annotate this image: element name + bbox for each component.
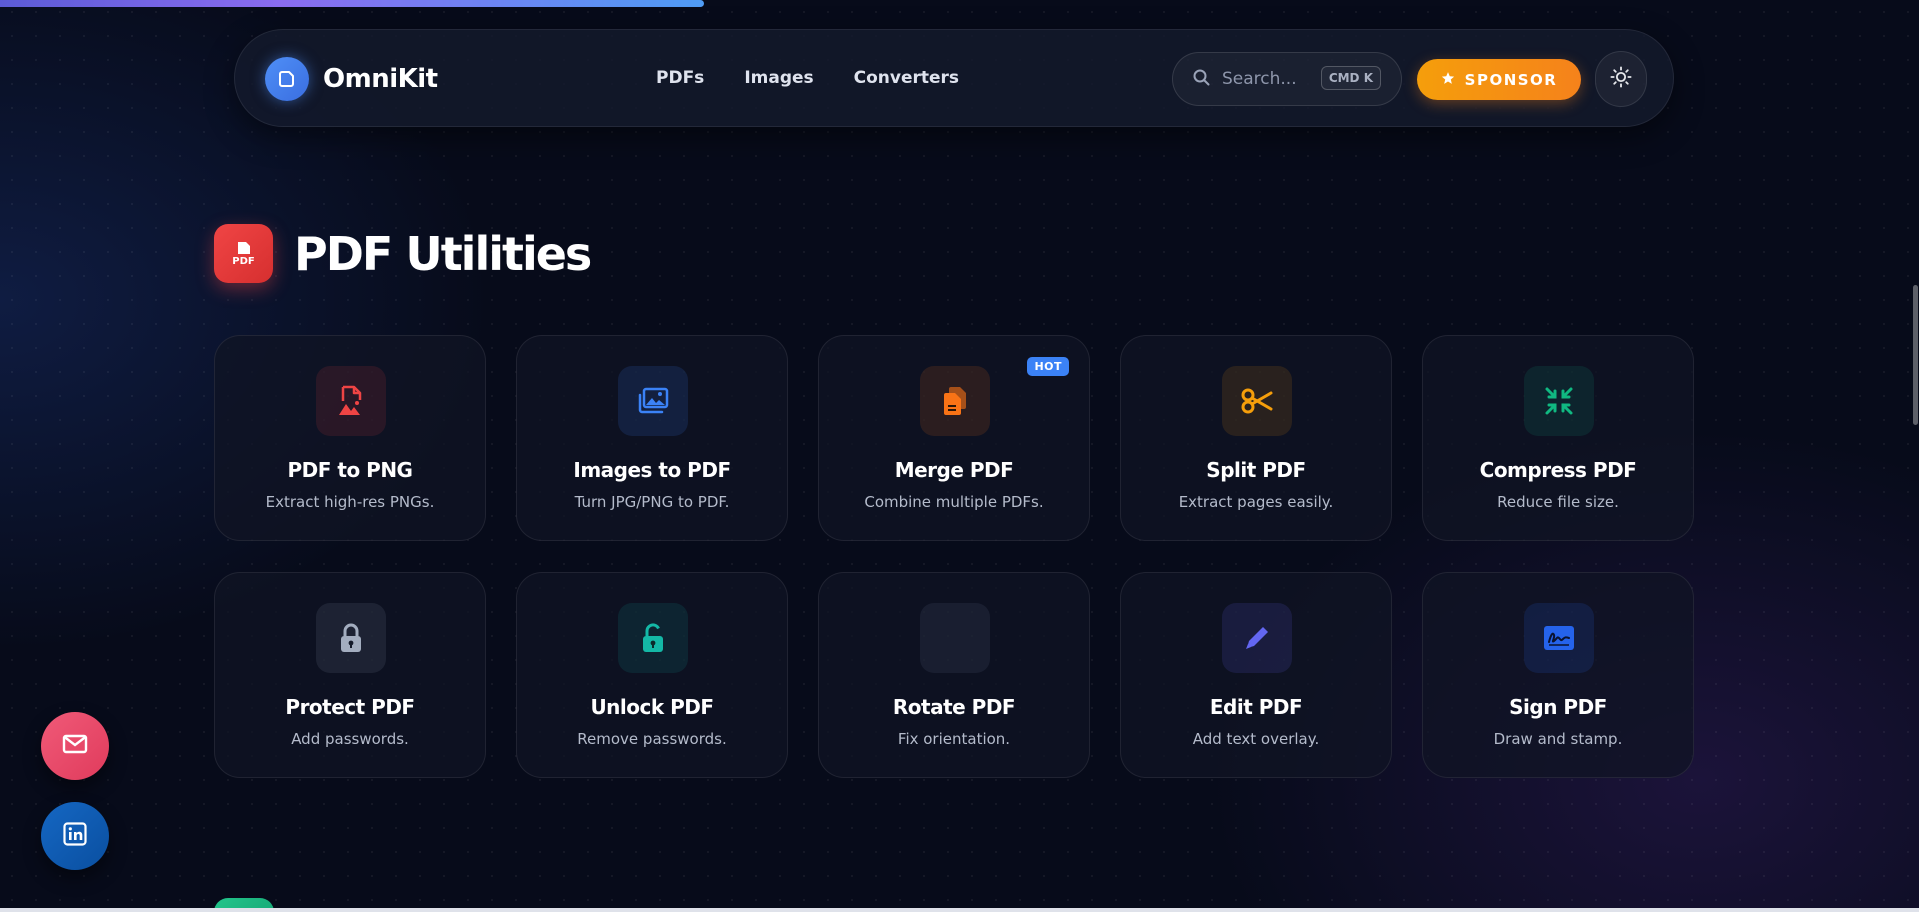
tool-description: Draw and stamp. <box>1493 730 1623 748</box>
tool-card-rotate-pdf[interactable]: Rotate PDF Fix orientation. <box>818 572 1090 778</box>
signature-icon <box>1524 603 1594 673</box>
sun-icon <box>1610 66 1632 92</box>
linkedin-button[interactable] <box>41 802 109 870</box>
nav-link-converters[interactable]: Converters <box>854 68 959 88</box>
search-icon <box>1193 69 1210 90</box>
search-placeholder: Search... <box>1222 69 1297 89</box>
pencil-icon <box>1222 603 1292 673</box>
tool-card-pdf-to-png[interactable]: PDF to PNG Extract high-res PNGs. <box>214 335 486 541</box>
tool-description: Remove passwords. <box>577 730 727 748</box>
tool-card-compress-pdf[interactable]: Compress PDF Reduce file size. <box>1422 335 1694 541</box>
main-nav: PDFs Images Converters <box>656 68 959 88</box>
tool-title: Edit PDF <box>1209 695 1303 719</box>
nav-link-pdfs[interactable]: PDFs <box>656 68 704 88</box>
hot-badge: HOT <box>1027 357 1069 376</box>
tool-card-merge-pdf[interactable]: HOT Merge PDF Combine multiple PDFs. <box>818 335 1090 541</box>
tool-title: Compress PDF <box>1479 458 1637 482</box>
email-contact-button[interactable] <box>41 712 109 780</box>
tool-card-protect-pdf[interactable]: Protect PDF Add passwords. <box>214 572 486 778</box>
tool-title: Merge PDF <box>894 458 1014 482</box>
search-shortcut-hint: CMD K <box>1320 66 1381 90</box>
tool-description: Add text overlay. <box>1192 730 1320 748</box>
tool-card-split-pdf[interactable]: Split PDF Extract pages easily. <box>1120 335 1392 541</box>
linkedin-icon <box>63 822 87 850</box>
tool-description: Combine multiple PDFs. <box>864 493 1044 511</box>
tool-title: Split PDF <box>1206 458 1306 482</box>
mail-icon <box>62 734 88 758</box>
lock-icon <box>316 603 386 673</box>
section-title: PDF Utilities <box>294 226 592 281</box>
tool-title: Images to PDF <box>573 458 731 482</box>
tool-description: Turn JPG/PNG to PDF. <box>574 493 730 511</box>
star-icon <box>1441 71 1455 89</box>
tool-description: Extract high-res PNGs. <box>265 493 435 511</box>
tool-card-edit-pdf[interactable]: Edit PDF Add text overlay. <box>1120 572 1392 778</box>
search-input[interactable]: Search... CMD K <box>1172 52 1402 106</box>
scrollbar-thumb[interactable] <box>1913 285 1918 425</box>
unlock-icon <box>618 603 688 673</box>
tool-description: Add passwords. <box>291 730 409 748</box>
file-image-icon <box>316 366 386 436</box>
pdf-file-icon: PDF <box>214 224 273 283</box>
bottom-edge <box>0 908 1919 912</box>
page-scrollbar[interactable] <box>1911 0 1919 912</box>
copy-files-icon <box>920 366 990 436</box>
tool-title: Rotate PDF <box>892 695 1016 719</box>
rotate-icon <box>920 603 990 673</box>
sponsor-button[interactable]: SPONSOR <box>1417 59 1581 100</box>
tool-title: PDF to PNG <box>287 458 413 482</box>
sponsor-label: SPONSOR <box>1464 70 1558 89</box>
tool-title: Protect PDF <box>285 695 415 719</box>
tool-card-images-to-pdf[interactable]: Images to PDF Turn JPG/PNG to PDF. <box>516 335 788 541</box>
tool-description: Reduce file size. <box>1497 493 1619 511</box>
tool-title: Unlock PDF <box>590 695 714 719</box>
tool-card-sign-pdf[interactable]: Sign PDF Draw and stamp. <box>1422 572 1694 778</box>
brand-name: OmniKit <box>323 64 438 94</box>
brand-logo-link[interactable]: OmniKit <box>265 57 438 101</box>
section-heading: PDF PDF Utilities <box>214 224 592 283</box>
scissors-icon <box>1222 366 1292 436</box>
top-navbar: OmniKit PDFs Images Converters Search...… <box>234 29 1674 127</box>
logo-icon <box>265 57 309 101</box>
tool-description: Fix orientation. <box>897 730 1011 748</box>
tool-description: Extract pages easily. <box>1178 493 1334 511</box>
nav-link-images[interactable]: Images <box>744 68 813 88</box>
tool-card-unlock-pdf[interactable]: Unlock PDF Remove passwords. <box>516 572 788 778</box>
images-icon <box>618 366 688 436</box>
scroll-progress-bar <box>0 0 704 7</box>
theme-toggle-button[interactable] <box>1595 51 1647 107</box>
compress-icon <box>1524 366 1594 436</box>
tool-title: Sign PDF <box>1509 695 1607 719</box>
